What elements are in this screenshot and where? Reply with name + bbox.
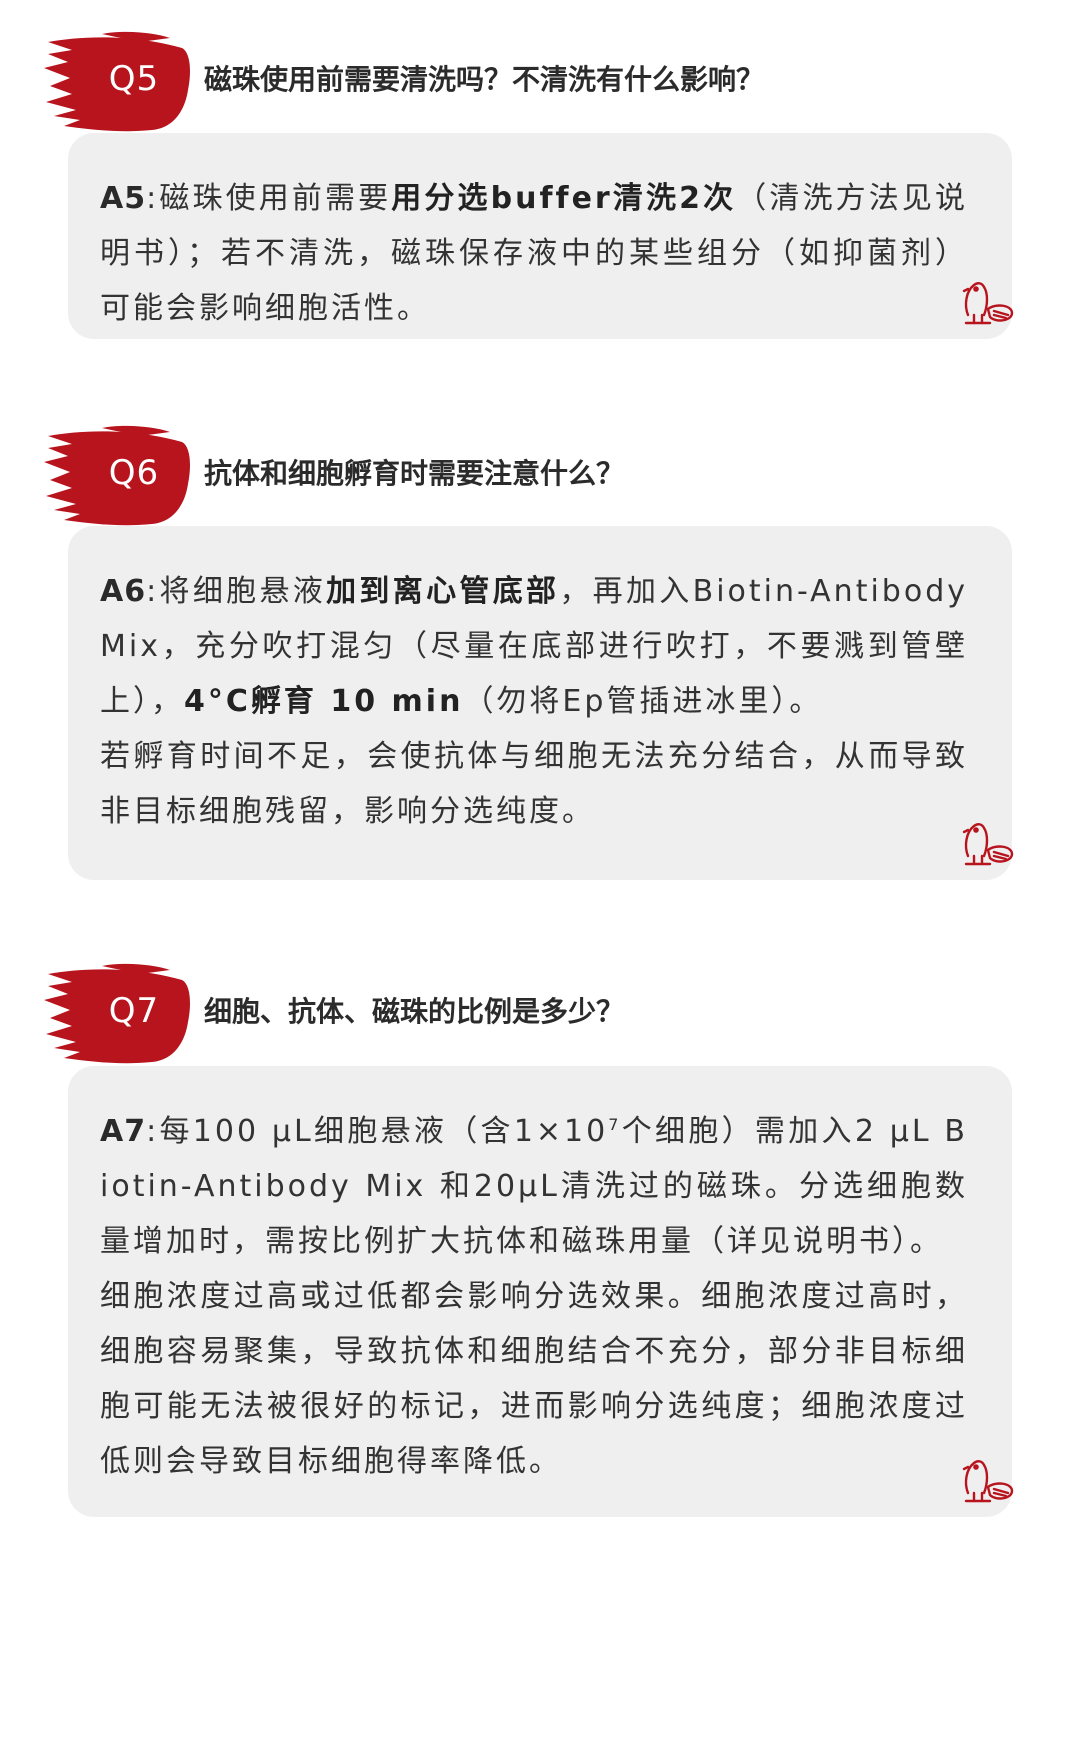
badge-label: Q7 — [108, 991, 160, 1031]
badge-label: Q6 — [108, 453, 160, 493]
question-header: Q5 磁珠使用前需要清洗吗？不清洗有什么影响？ — [0, 30, 1080, 135]
question-text: 细胞、抗体、磁珠的比例是多少？ — [204, 995, 625, 1028]
answer-segment: :磁珠使用前需要 — [146, 181, 392, 216]
answer-segment: 若孵育时间不足，会使抗体与细胞无法充分结合，从而导致非目标细胞残留，影响分选纯度… — [100, 739, 968, 829]
question-badge: Q7 — [42, 962, 192, 1067]
answer-label: A6 — [100, 574, 147, 609]
beaver-mascot-icon — [954, 1447, 1018, 1511]
beaver-mascot-icon — [954, 810, 1018, 874]
question-header: Q6 抗体和细胞孵育时需要注意什么？ — [0, 424, 1080, 529]
qa-block-q7: Q7 细胞、抗体、磁珠的比例是多少？ — [0, 962, 1080, 1067]
question-badge: Q6 — [42, 424, 192, 529]
answer-text: A5:磁珠使用前需要用分选buffer清洗2次（清洗方法见说明书）；若不清洗，磁… — [100, 171, 968, 336]
answer-segment: （勿将Ep管插进冰里）。 — [463, 684, 823, 719]
answer-card-a6: A6:将细胞悬液加到离心管底部，再加入Biotin-Antibody Mix，充… — [68, 526, 1014, 880]
question-text: 抗体和细胞孵育时需要注意什么？ — [204, 457, 625, 490]
qa-block-q5: Q5 磁珠使用前需要清洗吗？不清洗有什么影响？ — [0, 30, 1080, 135]
answer-emphasis: 4°C孵育 10 min — [184, 684, 464, 719]
question-header: Q7 细胞、抗体、磁珠的比例是多少？ — [0, 962, 1080, 1067]
answer-segment: 细胞浓度过高或过低都会影响分选效果。细胞浓度过高时，细胞容易聚集，导致抗体和细胞… — [100, 1279, 968, 1479]
answer-emphasis: 用分选buffer清洗2次 — [391, 181, 737, 216]
answer-segment: :将细胞悬液 — [146, 574, 327, 609]
answer-text: A6:将细胞悬液加到离心管底部，再加入Biotin-Antibody Mix，充… — [100, 564, 968, 839]
answer-card-a5: A5:磁珠使用前需要用分选buffer清洗2次（清洗方法见说明书）；若不清洗，磁… — [68, 133, 1014, 339]
answer-emphasis: 加到离心管底部 — [326, 574, 560, 609]
badge-label: Q5 — [108, 59, 160, 99]
answer-superscript: 7 — [608, 1115, 622, 1134]
qa-block-q6: Q6 抗体和细胞孵育时需要注意什么？ — [0, 424, 1080, 529]
answer-label: A5 — [100, 181, 147, 216]
answer-text: A7:每100 μL细胞悬液（含1×107个细胞）需加入2 μL Biotin-… — [100, 1104, 968, 1489]
beaver-mascot-icon — [954, 269, 1018, 333]
answer-label: A7 — [100, 1114, 147, 1149]
question-badge: Q5 — [42, 30, 192, 135]
question-text: 磁珠使用前需要清洗吗？不清洗有什么影响？ — [204, 63, 765, 96]
answer-segment: :每100 μL细胞悬液（含1×10 — [146, 1114, 609, 1149]
answer-card-a7: A7:每100 μL细胞悬液（含1×107个细胞）需加入2 μL Biotin-… — [68, 1066, 1014, 1517]
